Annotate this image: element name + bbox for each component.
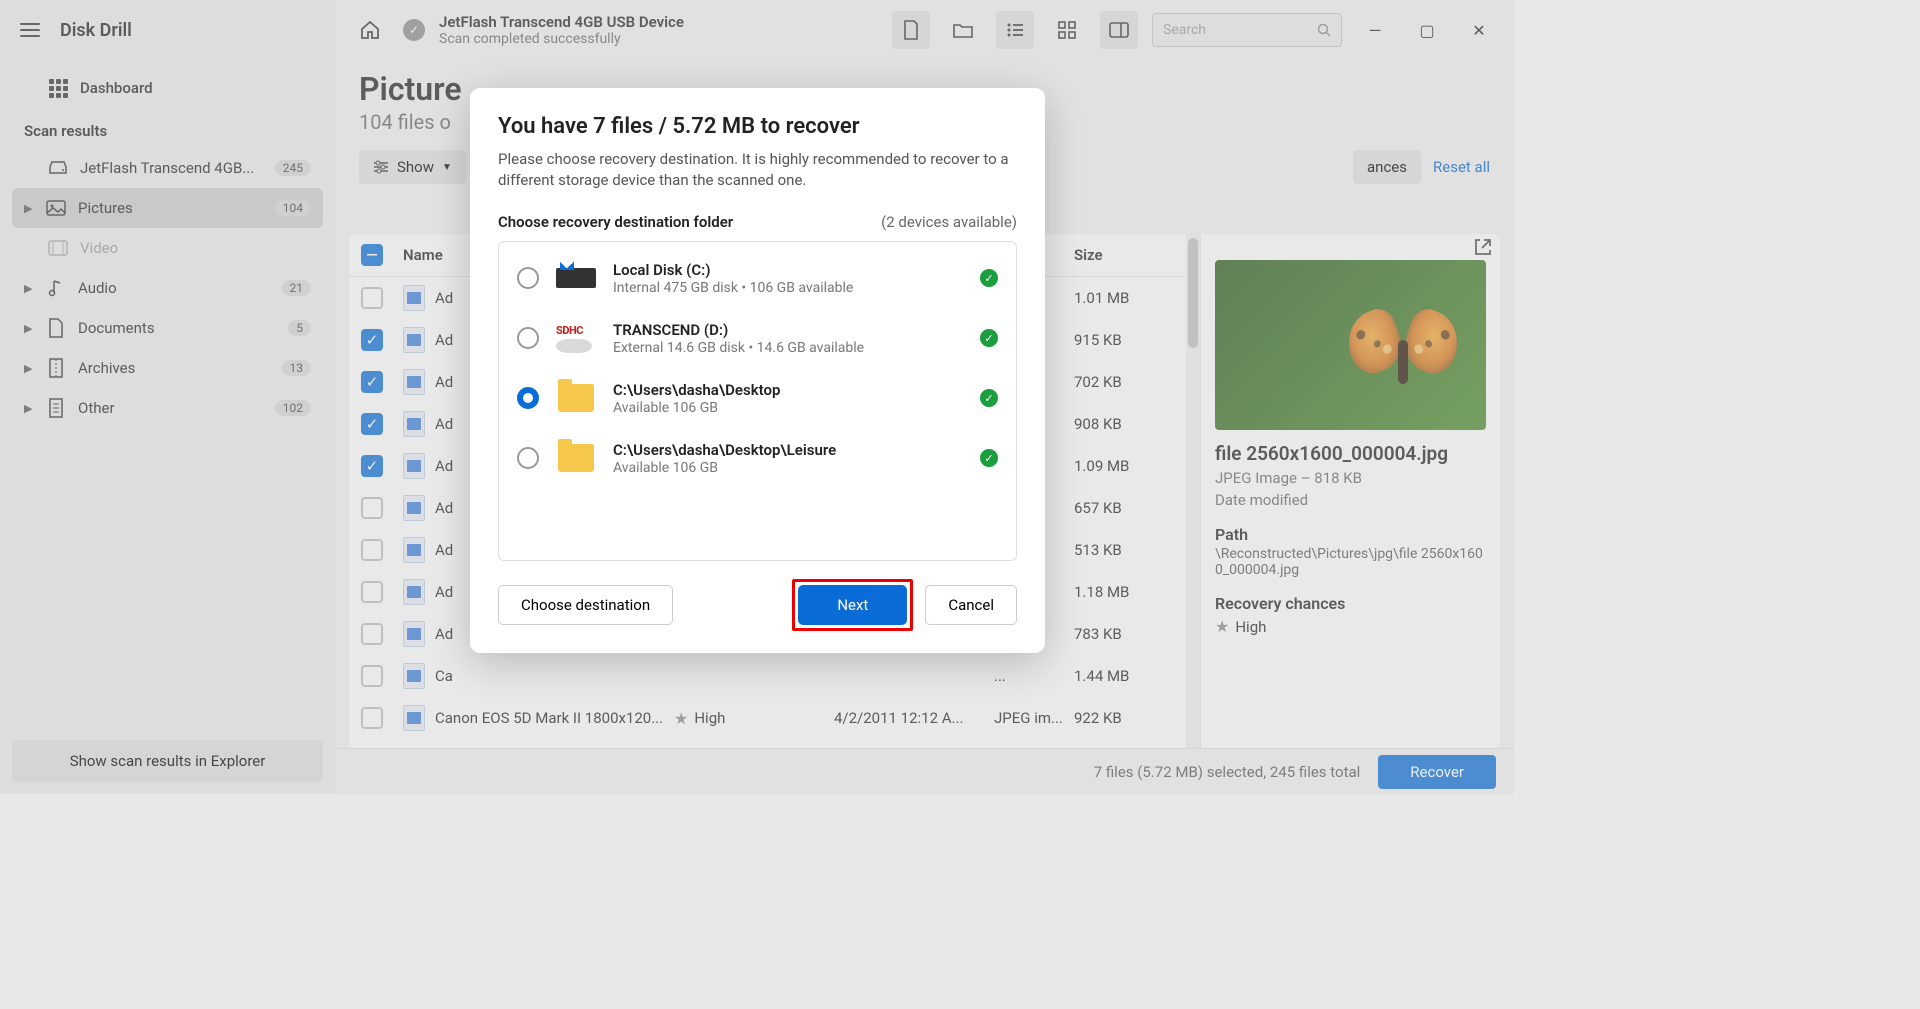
radio-button[interactable] bbox=[517, 267, 539, 289]
modal-description: Please choose recovery destination. It i… bbox=[498, 149, 1017, 191]
cancel-button[interactable]: Cancel bbox=[925, 585, 1017, 625]
destination-transcend[interactable]: SDHC TRANSCEND (D:)External 14.6 GB disk… bbox=[499, 308, 1016, 368]
destination-name: C:\Users\dasha\Desktop\Leisure bbox=[613, 441, 964, 459]
destination-name: TRANSCEND (D:) bbox=[613, 321, 964, 339]
destination-name: Local Disk (C:) bbox=[613, 261, 964, 279]
destination-count: (2 devices available) bbox=[881, 213, 1017, 231]
destination-sub: Internal 475 GB disk • 106 GB available bbox=[613, 280, 964, 296]
destination-desktop-leisure[interactable]: C:\Users\dasha\Desktop\LeisureAvailable … bbox=[499, 428, 1016, 488]
folder-icon bbox=[555, 440, 597, 476]
radio-button[interactable] bbox=[517, 447, 539, 469]
next-button[interactable]: Next bbox=[798, 585, 907, 625]
disk-icon bbox=[555, 260, 597, 296]
destination-sub: Available 106 GB bbox=[613, 400, 964, 416]
destination-local-disk[interactable]: Local Disk (C:)Internal 475 GB disk • 10… bbox=[499, 248, 1016, 308]
radio-button[interactable] bbox=[517, 327, 539, 349]
destination-desktop[interactable]: C:\Users\dasha\DesktopAvailable 106 GB ✓ bbox=[499, 368, 1016, 428]
check-icon: ✓ bbox=[980, 269, 998, 287]
destination-name: C:\Users\dasha\Desktop bbox=[613, 381, 964, 399]
check-icon: ✓ bbox=[980, 449, 998, 467]
modal-title: You have 7 files / 5.72 MB to recover bbox=[498, 114, 1017, 139]
check-icon: ✓ bbox=[980, 389, 998, 407]
destination-sub: External 14.6 GB disk • 14.6 GB availabl… bbox=[613, 340, 964, 356]
sd-card-icon: SDHC bbox=[555, 320, 597, 356]
recovery-modal: You have 7 files / 5.72 MB to recover Pl… bbox=[470, 88, 1045, 653]
destination-label: Choose recovery destination folder bbox=[498, 213, 733, 231]
check-icon: ✓ bbox=[980, 329, 998, 347]
folder-icon bbox=[555, 380, 597, 416]
highlight-annotation: Next bbox=[792, 579, 913, 631]
radio-button-selected[interactable] bbox=[517, 387, 539, 409]
choose-destination-button[interactable]: Choose destination bbox=[498, 585, 673, 625]
destination-sub: Available 106 GB bbox=[613, 460, 964, 476]
